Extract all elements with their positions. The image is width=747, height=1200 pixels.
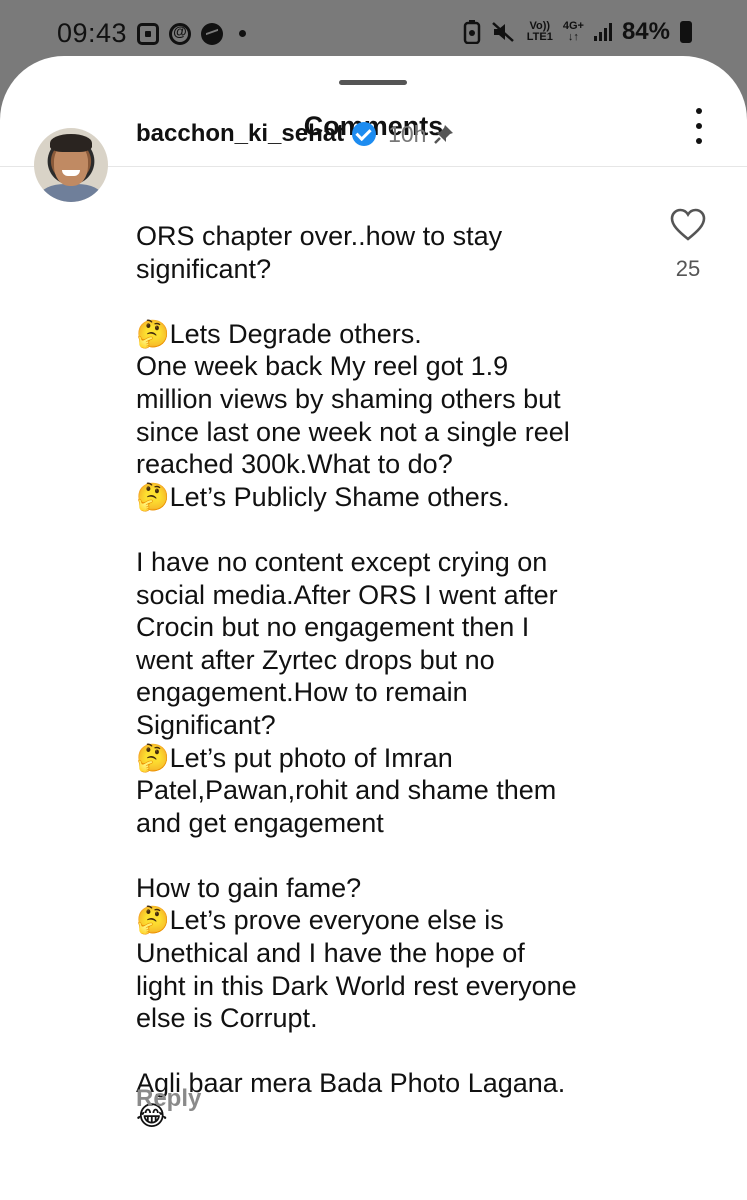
lte-label: LTE1 [526, 31, 553, 43]
reply-button[interactable]: Reply [136, 1085, 201, 1113]
more-notifications-dot [239, 30, 247, 37]
dot-icon [696, 138, 702, 144]
header-divider [0, 166, 747, 167]
avatar[interactable] [34, 128, 108, 202]
status-left: 09:43 [57, 18, 247, 49]
battery-icon [680, 21, 692, 43]
status-bar: 09:43 Vo)) LTE1 4G+ ↓↑ 84% [0, 0, 747, 62]
dot-icon [696, 108, 702, 114]
battery-percent: 84% [621, 18, 670, 45]
notification-app-icon [137, 22, 160, 45]
battery-saver-icon [463, 20, 481, 44]
heart-icon[interactable] [670, 208, 706, 242]
avatar-shirt [40, 184, 102, 202]
more-options-button[interactable] [689, 108, 709, 144]
comment-time: 10h [388, 120, 427, 147]
clock: 09:43 [57, 18, 128, 48]
pin-icon [434, 125, 454, 144]
data-indicator: 4G+ ↓↑ [563, 21, 584, 43]
messenger-icon [201, 22, 224, 45]
data-arrows: ↓↑ [567, 31, 579, 43]
threads-icon [169, 22, 192, 45]
username[interactable]: bacchon_ki_sehat [136, 120, 344, 148]
like-count: 25 [675, 256, 701, 281]
sheet-drag-handle[interactable] [339, 80, 407, 85]
status-right: Vo)) LTE1 4G+ ↓↑ 84% [463, 18, 692, 46]
avatar-hair [50, 134, 92, 152]
mute-icon [491, 22, 514, 42]
signal-icon [593, 23, 612, 41]
comment-text: ORS chapter over..how to stay significan… [136, 221, 577, 1132]
volte-indicator: Vo)) LTE1 [527, 21, 553, 43]
verified-badge-icon [352, 122, 377, 146]
dot-icon [696, 123, 702, 129]
comment-header: bacchon_ki_sehat 10h [136, 120, 454, 148]
